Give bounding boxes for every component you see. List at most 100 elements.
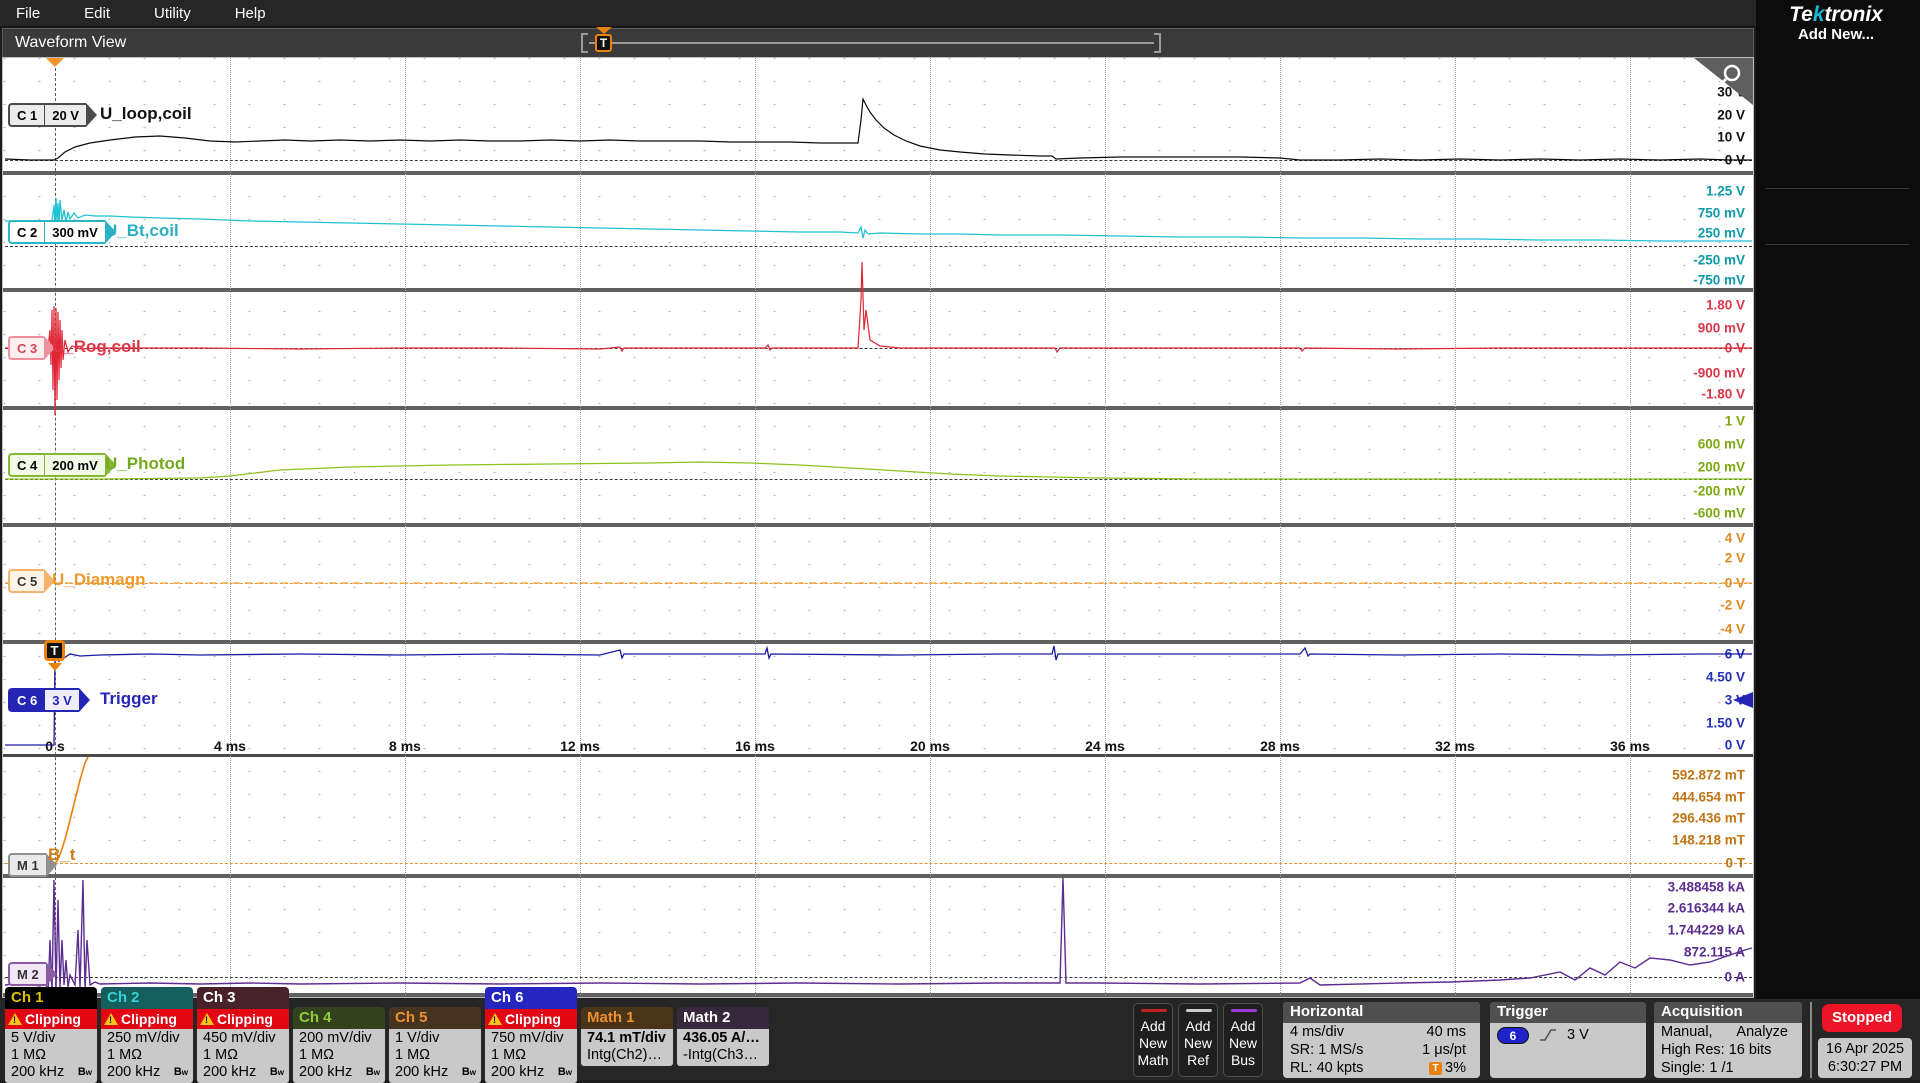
horizontal-cell-right: T3% — [1429, 1060, 1466, 1076]
badge-tab: Ch 3 — [197, 987, 289, 1009]
badge-stripe — [1186, 1009, 1212, 1012]
badge-row: 1 MΩ — [11, 1047, 97, 1064]
badge-cell: 300 mV — [44, 220, 105, 244]
datetime-display: 16 Apr 2025 6:30:27 PM — [1818, 1038, 1912, 1078]
axis-tick-label: 1.25 V — [1706, 184, 1745, 199]
badge-row: 74.1 mT/div — [587, 1030, 673, 1047]
panel-divider — [1766, 188, 1910, 189]
menu-item-file[interactable]: File — [16, 5, 40, 22]
section-separator — [3, 171, 1753, 175]
badge-row-text: 200 kHz — [107, 1064, 160, 1081]
badge-row: 200 kHzBw — [491, 1064, 577, 1081]
badge-row: 200 kHzBw — [11, 1064, 97, 1081]
channel-badge-c2[interactable]: C 2300 mV — [8, 220, 116, 244]
horizontal-panel-header: Horizontal — [1283, 1002, 1480, 1023]
acquisition-panel[interactable]: AcquisitionManual,AnalyzeHigh Res: 16 bi… — [1654, 1002, 1802, 1078]
waveform-plot-area[interactable] — [2, 57, 1754, 998]
clipping-warning: Clipping — [5, 1009, 97, 1029]
trigger-source-marker-triangle — [48, 663, 62, 671]
badge-row-text: 200 kHz — [395, 1064, 448, 1081]
bottom-badge-ch1[interactable]: Ch 1Clipping5 V/div1 MΩ200 kHzBw — [5, 987, 97, 1083]
section-separator — [3, 523, 1753, 527]
badge-tip — [86, 103, 97, 127]
bottom-badge-ch6[interactable]: Ch 6Clipping750 mV/div1 MΩ200 kHzBw — [485, 987, 577, 1083]
menu-item-utility[interactable]: Utility — [154, 5, 191, 22]
axis-tick-label: -750 mV — [1693, 273, 1745, 288]
date-text: 16 Apr 2025 — [1818, 1040, 1912, 1058]
trigger-panel[interactable]: Trigger63 V — [1490, 1002, 1646, 1078]
bottom-badge-ch3[interactable]: Ch 3Clipping450 mV/div1 MΩ200 kHzBw — [197, 987, 289, 1083]
channel-badge-c1[interactable]: C 120 V — [8, 103, 97, 127]
horizontal-cell: RL: 40 kpts — [1290, 1060, 1363, 1076]
badge-tip — [79, 688, 90, 712]
badge-row-text: 1 MΩ — [491, 1047, 526, 1064]
axis-tick-label: 0 A — [1724, 970, 1745, 985]
badge-row-text: 1 MΩ — [11, 1047, 46, 1064]
badge-row: 200 kHzBw — [107, 1064, 193, 1081]
badge-row-text: -Intg(Ch3… — [683, 1047, 758, 1064]
badge-row: 436.05 A/… — [683, 1030, 769, 1047]
clipping-warning: Clipping — [101, 1009, 193, 1029]
waveform-view-titlebar[interactable]: Waveform View T — [2, 28, 1754, 57]
axis-tick-label: 0 V — [1725, 341, 1745, 356]
bottom-badge-ch5[interactable]: Ch 51 V/div1 MΩ200 kHzBw — [389, 1007, 481, 1083]
badge-stripe — [1141, 1009, 1167, 1012]
time-text: 6:30:27 PM — [1818, 1058, 1912, 1076]
axis-tick-label: 0 V — [1725, 576, 1745, 591]
trigger-level-value: 3 V — [1567, 1027, 1589, 1043]
trigger-level-arrow-icon[interactable] — [1733, 692, 1753, 708]
trigger-position-flag-icon[interactable]: T — [595, 34, 612, 52]
horizontal-row: 4 ms/div40 ms — [1283, 1023, 1480, 1041]
axis-tick-label: -600 mV — [1693, 506, 1745, 521]
horizontal-cell-right: 1 μs/pt — [1422, 1042, 1466, 1058]
menu-item-edit[interactable]: Edit — [84, 5, 110, 22]
badge-body: 74.1 mT/divIntg(Ch2)… — [581, 1029, 673, 1066]
horizontal-cell-right: 40 ms — [1427, 1024, 1467, 1040]
badge-tab: Ch 1 — [5, 987, 97, 1009]
add-new-bus-button[interactable]: AddNewBus — [1223, 1003, 1263, 1077]
axis-tick-label: 296.436 mT — [1672, 811, 1745, 826]
trigger-row: 63 V — [1490, 1023, 1646, 1047]
badge-row-text: 200 kHz — [299, 1064, 352, 1081]
badge-row: 5 V/div — [11, 1030, 97, 1047]
badge-row-text: 74.1 mT/div — [587, 1030, 666, 1047]
bandwidth-label: Bw — [270, 1064, 289, 1081]
badge-row: -Intg(Ch3… — [683, 1047, 769, 1064]
add-new-math-button[interactable]: AddNewMath — [1133, 1003, 1173, 1077]
warning-icon — [488, 1013, 502, 1025]
badge-row-text: 200 kHz — [11, 1064, 64, 1081]
bandwidth-label: Bw — [558, 1064, 577, 1081]
channel-badge-c4[interactable]: C 4200 mV — [8, 453, 116, 477]
badge-row-text: 200 kHz — [203, 1064, 256, 1081]
axis-tick-label: 10 V — [1717, 130, 1745, 145]
time-axis-label: 36 ms — [1610, 738, 1650, 754]
acquisition-position-track[interactable] — [589, 42, 1154, 44]
channel-badge-c6[interactable]: C 63 V — [8, 688, 90, 712]
channel-baseline-c5 — [5, 583, 1752, 584]
acquisition-panel-header: Acquisition — [1654, 1002, 1802, 1023]
axis-tick-label: -2 V — [1720, 598, 1745, 613]
channel-label-m1: B_t — [48, 845, 75, 865]
channel-badge-m2[interactable]: M 2 — [8, 962, 57, 986]
vertical-gridline — [580, 58, 581, 995]
bottom-badge-ch2[interactable]: Ch 2Clipping250 mV/div1 MΩ200 kHzBw — [101, 987, 193, 1083]
trigger-time-marker-icon[interactable] — [46, 58, 64, 67]
add-new-ref-button[interactable]: AddNewRef — [1178, 1003, 1218, 1077]
horizontal-cell-value: 3% — [1445, 1060, 1466, 1076]
bottom-badge-ch4[interactable]: Ch 4200 mV/div1 MΩ200 kHzBw — [293, 1007, 385, 1083]
badge-cell: 200 mV — [44, 453, 105, 477]
time-axis-label: 24 ms — [1085, 738, 1125, 754]
badge-row-text: 1 MΩ — [107, 1047, 142, 1064]
badge-row: 200 kHzBw — [299, 1064, 385, 1081]
trigger-source-marker-icon[interactable]: T — [44, 640, 65, 661]
clipping-text: Clipping — [505, 1011, 561, 1027]
channel-badge-c5[interactable]: C 5 — [8, 569, 55, 593]
menu-item-help[interactable]: Help — [235, 5, 266, 22]
run-stop-status-button[interactable]: Stopped — [1822, 1004, 1902, 1032]
badge-cell: 20 V — [44, 103, 86, 127]
badge-body: 750 mV/div1 MΩ200 kHzBw — [485, 1029, 577, 1083]
channel-badge-c3[interactable]: C 3 — [8, 336, 55, 360]
bottom-badge-math2[interactable]: Math 2436.05 A/…-Intg(Ch3… — [677, 1007, 769, 1066]
bottom-badge-math1[interactable]: Math 174.1 mT/divIntg(Ch2)… — [581, 1007, 673, 1066]
horizontal-panel[interactable]: Horizontal4 ms/div40 msSR: 1 MS/s1 μs/pt… — [1283, 1002, 1480, 1078]
